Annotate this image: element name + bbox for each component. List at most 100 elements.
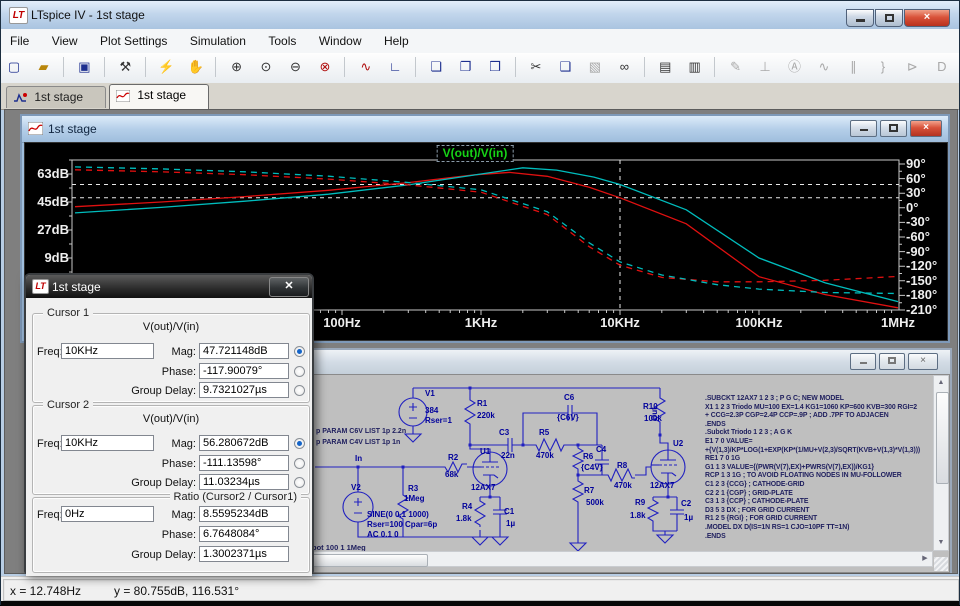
tile-vertical-button[interactable]: ❒ — [483, 55, 507, 79]
close-button[interactable]: × — [904, 9, 950, 27]
zoom-extents-button[interactable]: ⊗ — [313, 55, 337, 79]
component-value[interactable]: 1.8k — [630, 511, 646, 520]
component-tool-button[interactable]: D — [930, 55, 954, 79]
tab-schematic-1st-stage[interactable]: 1st stage — [6, 86, 106, 108]
maximize-button[interactable] — [875, 9, 903, 27]
label-net-button[interactable]: Ⓐ — [783, 55, 807, 79]
component-label[interactable]: R3 — [408, 484, 418, 493]
cursor2-mag-field[interactable]: 56.280672dB — [199, 435, 289, 451]
save-button[interactable]: ▣ — [72, 55, 96, 79]
component-value[interactable]: 470k — [614, 481, 632, 490]
cursor2-phase-radio[interactable] — [294, 458, 305, 469]
paste-button[interactable]: ▧ — [583, 55, 607, 79]
component-value[interactable]: 470k — [536, 451, 554, 460]
component-label[interactable]: R6 — [583, 452, 593, 461]
menu-window[interactable]: Window — [310, 29, 371, 53]
net-label-in[interactable]: In — [355, 454, 362, 463]
component-label[interactable]: R1 — [477, 399, 487, 408]
scroll-up-icon[interactable]: ▲ — [934, 376, 948, 390]
component-value[interactable]: Rser=100 Cpar=6p — [367, 520, 437, 529]
component-label[interactable]: U2 — [673, 439, 683, 448]
cursor2-gd-radio[interactable] — [294, 477, 305, 488]
trace-label[interactable]: V(out)/V(in) — [437, 145, 514, 162]
directive-fragment[interactable]: pot 100 1 1Meg — [312, 543, 366, 551]
ratio-phase-field[interactable]: 6.7648084° — [199, 526, 289, 542]
run-button[interactable]: ⚡ — [154, 55, 178, 79]
component-label[interactable]: U1 — [480, 447, 490, 456]
schematic-vertical-scrollbar[interactable]: ▲ ▼ — [933, 375, 949, 551]
vertical-scroll-thumb[interactable] — [936, 392, 949, 484]
netlist-text[interactable]: .SUBCKT 12AX7 1 2 3 ; P G C; NEW MODELX1… — [705, 395, 933, 541]
component-value[interactable]: 500k — [586, 498, 604, 507]
scroll-right-icon[interactable]: ▶ — [918, 552, 932, 566]
capacitor-tool-button[interactable]: ∥ — [841, 55, 865, 79]
zoom-area-button[interactable]: ⊕ — [225, 55, 249, 79]
open-button[interactable]: ▰ — [31, 55, 55, 79]
component-label[interactable]: C3 — [499, 428, 509, 437]
net-label-out[interactable]: Out — [650, 407, 659, 421]
ground-tool-button[interactable]: ⊥ — [753, 55, 777, 79]
component-label[interactable]: R9 — [635, 498, 645, 507]
resistor-tool-button[interactable]: ∿ — [812, 55, 836, 79]
control-panel-button[interactable]: ⚒ — [113, 55, 137, 79]
zoom-back-button[interactable]: ⊙ — [254, 55, 278, 79]
component-label[interactable]: C4 — [596, 445, 606, 454]
component-label[interactable]: R8 — [617, 461, 627, 470]
menu-view[interactable]: View — [43, 29, 87, 53]
menu-plot-settings[interactable]: Plot Settings — [91, 29, 176, 53]
step-param-directive[interactable]: p PARAM C6V LIST 1p 2.2n — [316, 428, 406, 435]
cursor-dialog-close-button[interactable]: ✕ — [269, 277, 309, 297]
menu-tools[interactable]: Tools — [259, 29, 305, 53]
component-value[interactable]: 1µ — [684, 513, 693, 522]
wire-tool-button[interactable]: ✎ — [724, 55, 748, 79]
plot-close-button[interactable]: × — [910, 120, 942, 137]
component-label[interactable]: C2 — [681, 499, 691, 508]
component-value[interactable]: 1.8k — [456, 514, 472, 523]
tile-horizontal-button[interactable]: ❏ — [424, 55, 448, 79]
component-label[interactable]: V2 — [351, 483, 361, 492]
component-value[interactable]: 12AX7 — [650, 481, 674, 490]
cursor2-phase-field[interactable]: -111.13598° — [199, 455, 289, 471]
component-value[interactable]: {C6V} — [557, 413, 579, 422]
cursor1-phase-field[interactable]: -117.90079° — [199, 363, 289, 379]
cursor1-mag-field[interactable]: 47.721148dB — [199, 343, 289, 359]
print-preview-button[interactable]: ▤ — [653, 55, 677, 79]
component-label[interactable]: V1 — [425, 389, 435, 398]
scroll-down-icon[interactable]: ▼ — [934, 536, 948, 550]
component-value[interactable]: 220k — [477, 411, 495, 420]
component-label[interactable]: R2 — [448, 453, 458, 462]
plot-window-titlebar[interactable]: 1st stage × — [22, 116, 948, 143]
cursor-dialog-titlebar[interactable]: LT 1st stage ✕ — [26, 275, 312, 298]
menu-simulation[interactable]: Simulation — [181, 29, 255, 53]
cursor2-group-delay-field[interactable]: 11.03234µs — [199, 474, 289, 490]
zoom-out-button[interactable]: ⊖ — [283, 55, 307, 79]
copy-button[interactable]: ❑ — [553, 55, 577, 79]
component-value[interactable]: Rser=1 — [425, 416, 452, 425]
schematic-close-button[interactable]: × — [908, 353, 938, 370]
inductor-tool-button[interactable]: } — [871, 55, 895, 79]
plot-minimize-button[interactable] — [850, 120, 877, 137]
cursor1-gd-radio[interactable] — [294, 385, 305, 396]
cursor1-group-delay-field[interactable]: 9.7321027µs — [199, 382, 289, 398]
ratio-mag-field[interactable]: 8.5595234dB — [199, 506, 289, 522]
component-label[interactable]: R7 — [584, 486, 594, 495]
menu-file[interactable]: File — [1, 29, 38, 53]
component-value[interactable]: 1Meg — [404, 494, 424, 503]
halt-button[interactable]: ✋ — [184, 55, 208, 79]
component-value[interactable]: 384 — [425, 406, 438, 415]
menu-help[interactable]: Help — [375, 29, 418, 53]
component-value[interactable]: SINE(0 0.1 1000) — [367, 510, 429, 519]
component-value[interactable]: 68k — [445, 470, 458, 479]
schematic-minimize-button[interactable] — [850, 353, 876, 370]
component-label[interactable]: R4 — [462, 502, 472, 511]
component-value[interactable]: AC 0.1 0 — [367, 530, 399, 539]
cascade-button[interactable]: ❐ — [454, 55, 478, 79]
find-button[interactable]: ∞ — [612, 55, 636, 79]
component-value[interactable]: 22n — [501, 451, 515, 460]
plot-maximize-button[interactable] — [880, 120, 907, 137]
ratio-group-delay-field[interactable]: 1.3002371µs — [199, 546, 289, 562]
title-bar[interactable]: LT LTspice IV - 1st stage × — [1, 1, 959, 30]
cursor1-mag-radio[interactable] — [294, 346, 305, 357]
component-label[interactable]: C1 — [504, 507, 514, 516]
autorange-y-button[interactable]: ∿ — [354, 55, 378, 79]
